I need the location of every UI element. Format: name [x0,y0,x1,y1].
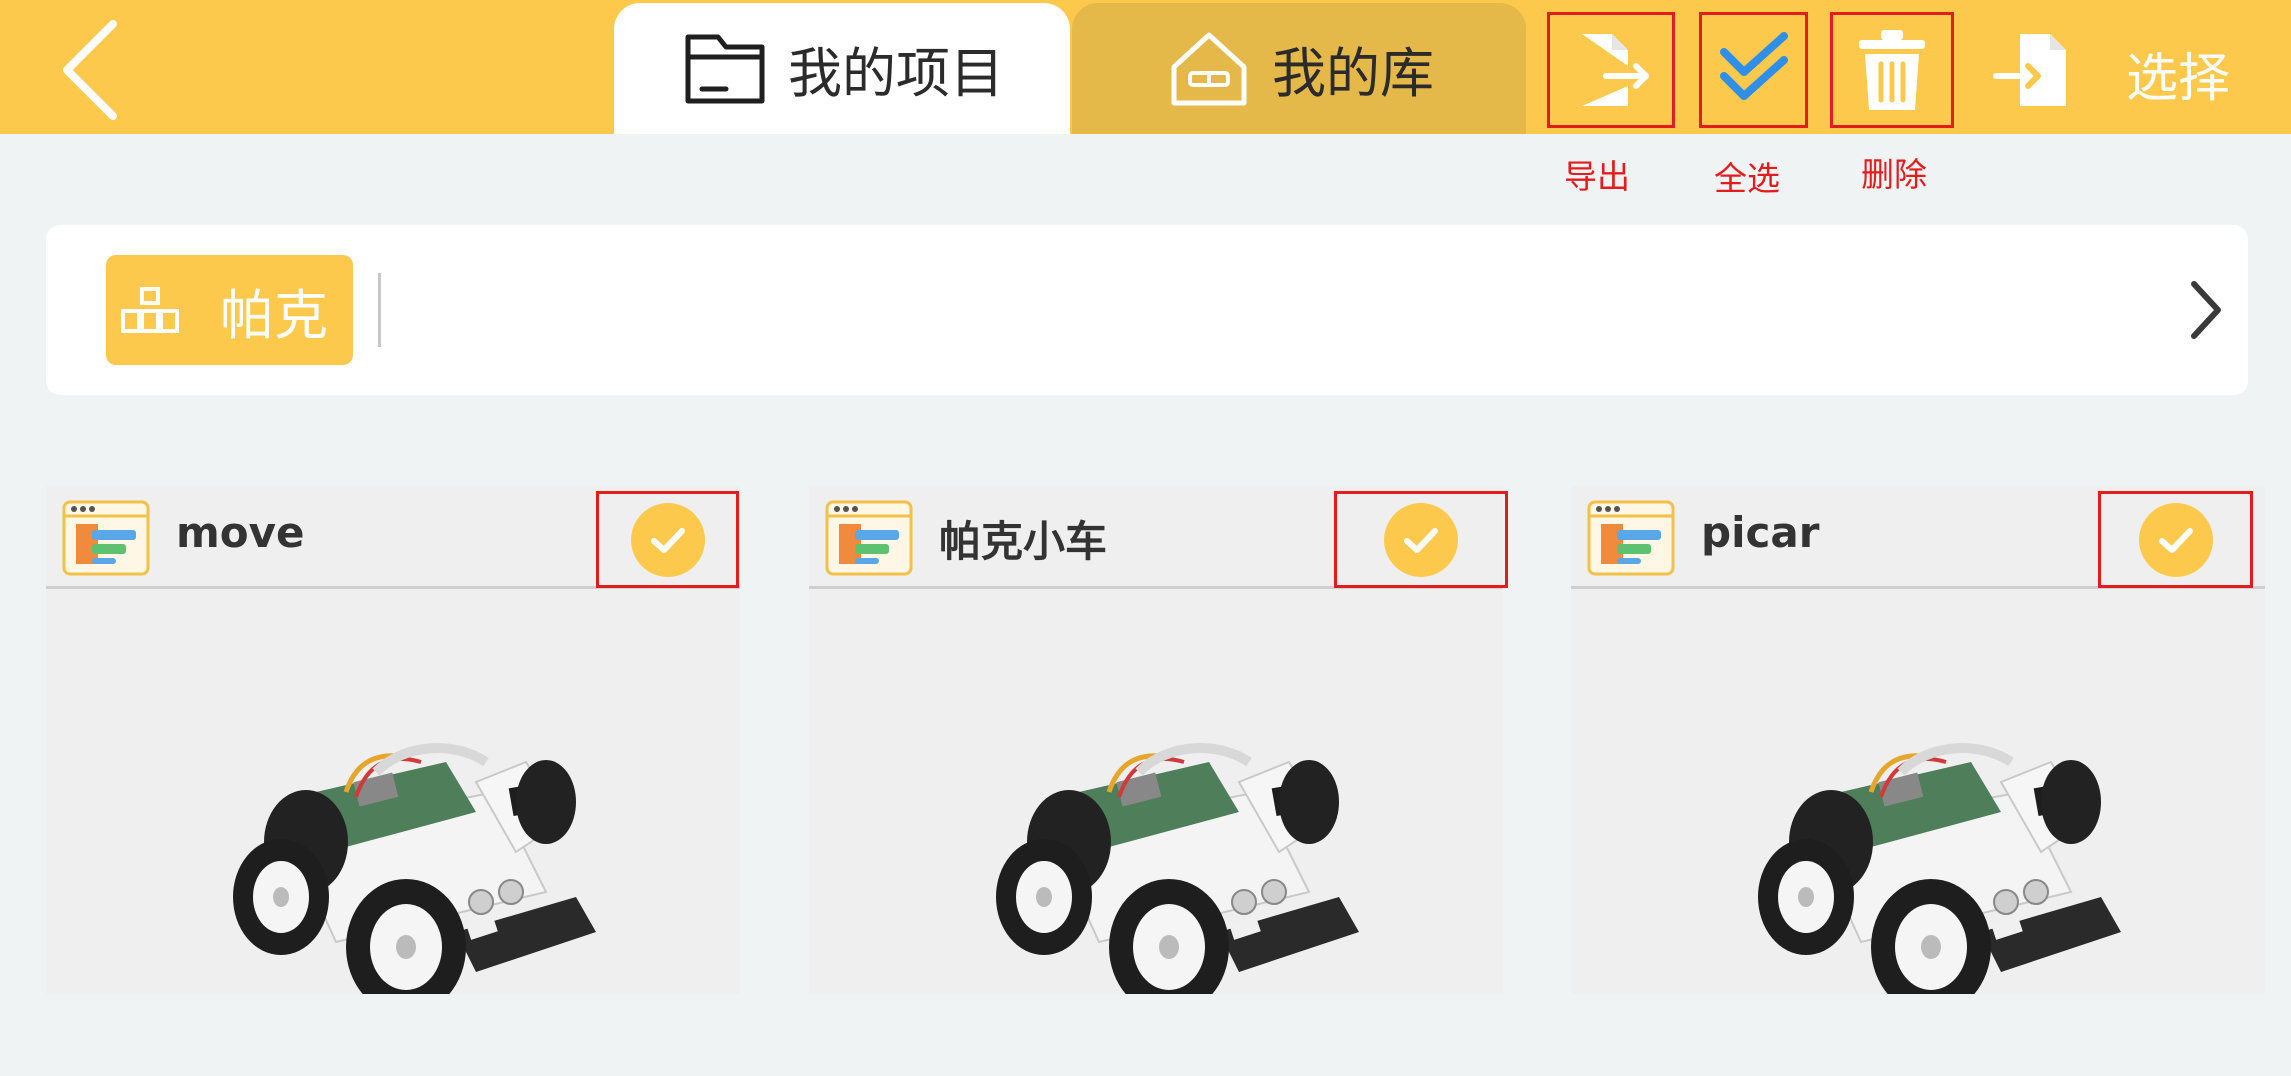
export-button[interactable] [1547,12,1675,128]
trash-icon [1859,30,1925,110]
project-card[interactable]: picar [1571,486,2265,994]
double-check-icon [1719,32,1788,100]
folder-icon [685,34,765,103]
robot-car-image [809,592,1503,994]
hierarchy-icon [121,287,179,333]
top-bar: 我的项目 我的库 选择 [0,0,2291,134]
check-icon [2158,527,2193,553]
tab-my-projects[interactable]: 我的项目 [614,3,1070,134]
filter-chip-label: 帕克 [220,283,328,347]
project-title: picar [1701,508,1820,557]
card-header: picar [1571,486,2265,589]
checked-indicator [630,502,705,577]
checked-indicator [2138,502,2213,577]
select-checkbox[interactable] [596,491,739,588]
filter-chip-parker[interactable]: 帕克 [106,255,353,365]
check-icon [1404,527,1438,553]
robot-car-image [1571,592,2265,994]
project-title: 帕克小车 [939,517,1108,566]
scroll-right-button[interactable] [2176,280,2236,340]
project-file-icon [62,500,150,576]
robot-car-image [46,592,740,994]
delete-button[interactable] [1830,12,1954,128]
select-mode-button[interactable]: 选择 [2126,36,2230,111]
filter-bar: 帕克 [46,225,2248,395]
divider [378,273,381,347]
project-file-icon [825,500,913,576]
import-button[interactable] [1985,12,2085,128]
chevron-right-icon [2191,281,2221,339]
tab-label: 我的库 [1272,42,1434,105]
checked-indicator [1384,502,1458,577]
back-button[interactable] [55,20,135,120]
check-icon [650,527,685,553]
project-title: move [176,508,305,557]
select-all-label: 全选 [1714,159,1780,198]
project-card[interactable]: 帕克小车 [809,486,1508,994]
tab-label: 我的项目 [788,42,1004,105]
house-icon [1171,32,1247,105]
import-icon [1993,34,2066,106]
project-card[interactable]: move [46,486,740,994]
card-header: move [46,486,740,589]
export-label: 导出 [1564,157,1630,196]
select-checkbox[interactable] [2098,491,2253,588]
select-all-button[interactable] [1699,12,1808,128]
select-checkbox[interactable] [1334,491,1508,588]
tab-my-library[interactable]: 我的库 [1072,3,1526,134]
card-header: 帕克小车 [809,486,1508,589]
chevron-left-icon [63,20,117,120]
project-file-icon [1587,500,1675,576]
delete-label: 删除 [1861,155,1927,194]
export-icon [1582,34,1649,106]
